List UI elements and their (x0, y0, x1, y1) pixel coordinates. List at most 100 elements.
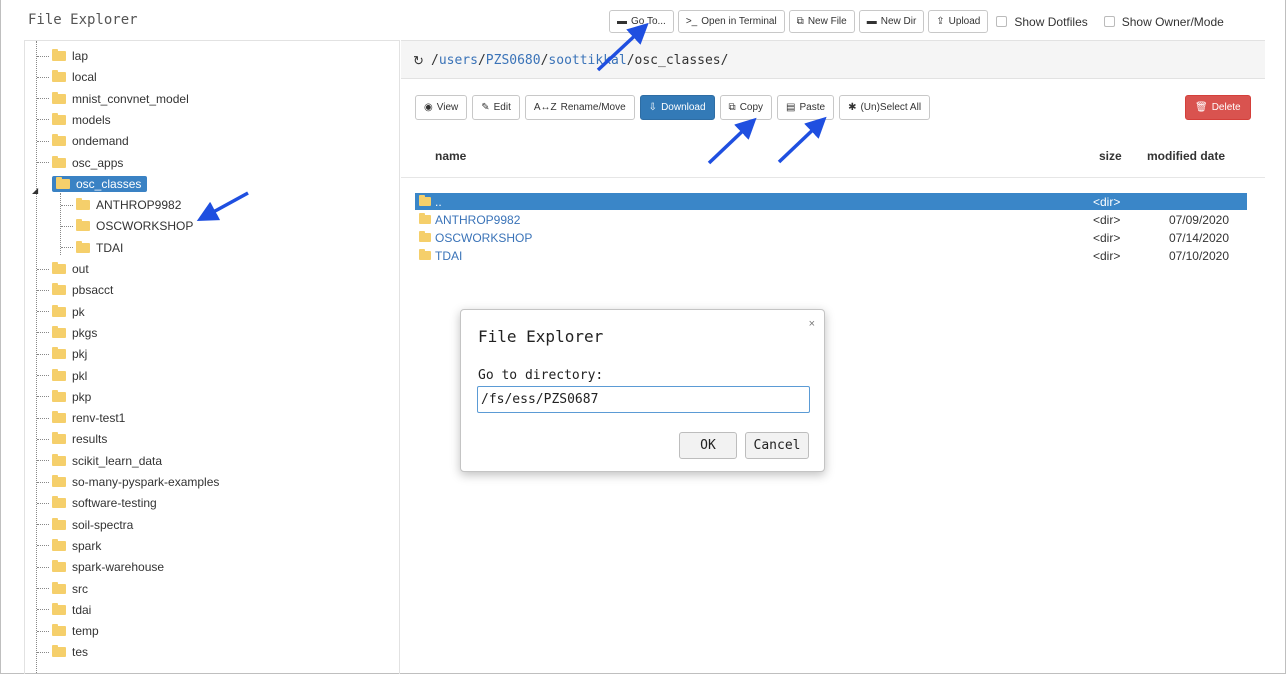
folder-icon (52, 411, 66, 424)
folder-icon (52, 70, 66, 83)
select-all-button[interactable]: ✱ (Un)Select All (839, 95, 931, 120)
tree-item[interactable]: osc_classes (37, 174, 148, 194)
folder-icon (52, 347, 66, 360)
tree-item[interactable]: local (37, 67, 97, 87)
breadcrumb-segment[interactable]: users (439, 53, 478, 68)
tree-item[interactable]: tdai (37, 600, 91, 620)
file-name-cell[interactable]: ANTHROP9982 (419, 213, 520, 227)
tree-item[interactable]: temp (37, 621, 99, 641)
tree-item[interactable]: TDAI (61, 238, 123, 258)
new-dir-button[interactable]: ▬ New Dir (858, 10, 925, 33)
table-row[interactable]: TDAI <dir> 07/10/2020 (415, 247, 1247, 264)
tree-item-content: spark (52, 538, 101, 553)
table-row[interactable]: OSCWORKSHOP <dir> 07/14/2020 (415, 229, 1247, 246)
column-header-name[interactable]: name (435, 149, 466, 163)
breadcrumb-segment[interactable]: soottikkal (548, 53, 626, 68)
folder-icon (52, 283, 66, 296)
tree-connector (37, 545, 49, 547)
refresh-icon[interactable]: ↻ (413, 53, 424, 69)
folder-icon (52, 624, 66, 637)
file-name-cell[interactable]: OSCWORKSHOP (419, 231, 532, 245)
ok-button[interactable]: OK (679, 432, 737, 459)
checkbox-box[interactable] (996, 16, 1008, 27)
checkbox-box[interactable] (1103, 16, 1115, 27)
open-terminal-label: Open in Terminal (701, 16, 777, 27)
breadcrumb-root[interactable]: / (431, 53, 439, 68)
column-header-size[interactable]: size (1099, 149, 1122, 163)
edit-button[interactable]: ✎ Edit (472, 95, 520, 120)
tree-item[interactable]: models (37, 110, 111, 130)
tree-connector (37, 460, 49, 462)
show-dotfiles-checkbox[interactable]: Show Dotfiles (996, 15, 1088, 29)
tree-item-label: spark-warehouse (72, 560, 165, 575)
folder-icon (52, 155, 66, 168)
upload-button[interactable]: ⇪ Upload (928, 10, 989, 33)
folder-icon (76, 219, 90, 232)
tree-item[interactable]: out (37, 259, 89, 279)
tree-item-content: OSCWORKSHOP (76, 219, 193, 233)
tree-item[interactable]: pkp (37, 387, 91, 407)
tree-item[interactable]: pkgs (37, 323, 97, 343)
tree-item[interactable]: osc_apps (37, 153, 123, 173)
directory-input[interactable] (477, 386, 810, 413)
open-terminal-button[interactable]: >_ Open in Terminal (677, 10, 785, 33)
tree-item[interactable]: pbsacct (37, 280, 113, 300)
breadcrumb-segment[interactable]: PZS0680 (486, 53, 541, 68)
column-header-modified[interactable]: modified date (1147, 149, 1225, 163)
folder-icon (52, 581, 66, 594)
breadcrumb: /users/PZS0680/soottikkal/osc_classes/ (431, 53, 728, 68)
tree-item[interactable]: soil-spectra (37, 515, 133, 535)
tree-item[interactable]: software-testing (37, 493, 157, 513)
rename-move-button[interactable]: A↔Z Rename/Move (524, 95, 635, 120)
tree-item[interactable]: pkl (37, 366, 87, 386)
copy-button[interactable]: ⧉ Copy (719, 95, 773, 120)
paste-icon: ▤ (786, 102, 796, 113)
tree-connector (37, 481, 49, 483)
file-name-cell[interactable]: .. (419, 195, 442, 209)
folder-icon (52, 517, 66, 530)
folder-icon (52, 325, 66, 338)
tree-item[interactable]: src (37, 579, 88, 599)
tree-item[interactable]: pk (37, 302, 85, 322)
tree-item[interactable]: tes (37, 642, 88, 662)
tree-item-label: software-testing (72, 496, 157, 511)
tree-item-content: spark-warehouse (52, 560, 164, 574)
tree-item[interactable]: renv-test1 (37, 408, 125, 428)
tree-item[interactable]: so-many-pyspark-examples (37, 472, 219, 492)
tree-item[interactable]: results (37, 429, 107, 449)
tree-item[interactable]: ANTHROP9982 (61, 195, 181, 215)
tree-item-label: models (72, 112, 111, 127)
table-row[interactable]: .. <dir> (415, 193, 1247, 210)
tree-item-label: out (72, 262, 89, 276)
tree-item[interactable]: mnist_convnet_model (37, 89, 189, 109)
close-icon[interactable]: × (809, 318, 815, 330)
dialog-title: File Explorer (478, 327, 604, 346)
folder-icon (52, 112, 66, 125)
new-file-button[interactable]: ⧉ New File (788, 10, 855, 33)
table-row[interactable]: ANTHROP9982 <dir> 07/09/2020 (415, 211, 1247, 228)
tree-item[interactable]: lap (37, 46, 88, 66)
tree-connector (37, 353, 49, 355)
folder-icon: ▬ (617, 16, 627, 27)
delete-button[interactable]: 🗑 Delete (1185, 95, 1251, 120)
cancel-button[interactable]: Cancel (745, 432, 809, 459)
show-owner-mode-checkbox[interactable]: Show Owner/Mode (1103, 15, 1224, 29)
tree-connector (37, 609, 49, 611)
folder-icon (52, 645, 66, 658)
download-button[interactable]: ⇩ Download (639, 95, 715, 120)
tree-item[interactable]: ondemand (37, 131, 129, 151)
view-button[interactable]: ◉ View (415, 95, 468, 120)
tree-item[interactable]: spark-warehouse (37, 557, 164, 577)
table-header-divider (401, 177, 1265, 178)
file-name-cell[interactable]: TDAI (419, 249, 462, 263)
tree-item-label: mnist_convnet_model (72, 91, 189, 106)
tree-item[interactable]: scikit_learn_data (37, 451, 162, 471)
go-to-button[interactable]: ▬ Go To... (609, 10, 674, 33)
tree-item[interactable]: OSCWORKSHOP (61, 216, 193, 236)
paste-button[interactable]: ▤ Paste (777, 95, 835, 120)
tree-item[interactable]: spark (37, 536, 101, 556)
folder-icon (52, 368, 66, 381)
tree-connector (37, 438, 49, 440)
asterisk-icon: ✱ (848, 102, 857, 113)
tree-item[interactable]: pkj (37, 344, 87, 364)
